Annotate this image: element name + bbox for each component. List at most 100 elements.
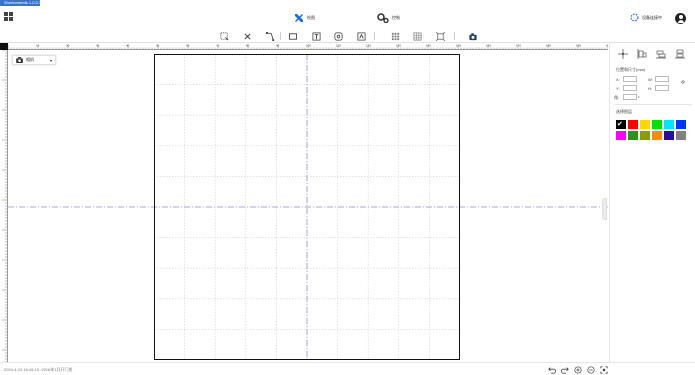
properties-panel: 位置和尺寸(mm) X: Y: W: H: 角: ▾ 选择图层 ✔ [609, 43, 695, 362]
layer-swatch[interactable] [628, 131, 638, 140]
toolbar-separator [454, 32, 455, 40]
ruler-label: 140 [426, 44, 431, 48]
h-label: H: [648, 86, 652, 91]
ruler-label: 10 [36, 44, 40, 48]
ruler-label: 170 [516, 44, 521, 48]
layer-swatch[interactable] [652, 131, 662, 140]
layer-swatch[interactable] [664, 131, 674, 140]
align-center-icon[interactable] [333, 31, 343, 41]
layer-swatch[interactable] [628, 120, 638, 129]
drawing-toolbar [0, 28, 695, 43]
align-left-icon[interactable] [637, 49, 647, 59]
tab-control[interactable]: 控制 [377, 9, 400, 27]
distribute-icon[interactable] [675, 49, 685, 59]
flip-icon[interactable] [356, 31, 366, 41]
work-area-frame [154, 54, 460, 360]
ruler-corner [0, 43, 8, 50]
ruler-label: 120 [366, 44, 371, 48]
ruler-label: 40 [126, 44, 130, 48]
ruler-label: 80 [246, 44, 250, 48]
apps-grid-icon[interactable] [4, 12, 13, 21]
x-field[interactable] [623, 76, 637, 82]
redo-icon[interactable] [560, 365, 570, 374]
layer-swatch[interactable]: ✔ [616, 120, 626, 129]
vertical-ruler [0, 50, 8, 362]
zoom-out-icon[interactable] [586, 365, 596, 374]
ruler-label: 110 [336, 44, 341, 48]
tab-control-label: 控制 [392, 15, 400, 20]
status-bar: 2024-4-24 16:49:15 -2016年1月开门发 [0, 362, 695, 375]
ruler-label: 60 [186, 44, 190, 48]
tab-draw[interactable]: 绘图 [294, 9, 315, 27]
ruler-label: 190 [576, 44, 581, 48]
camera-dropdown[interactable]: 相机 ▾ [12, 55, 56, 65]
h-field[interactable] [655, 85, 669, 91]
chevron-down-icon[interactable]: ▾ [638, 95, 640, 99]
y-field[interactable] [623, 85, 637, 91]
canvas-workspace[interactable]: 相机 ▾ [8, 50, 608, 362]
layer-swatch[interactable] [640, 131, 650, 140]
layer-swatch[interactable] [664, 120, 674, 129]
zoom-in-icon[interactable] [573, 365, 583, 374]
layer-swatch[interactable] [676, 131, 686, 140]
connecting-spinner-icon [630, 13, 639, 22]
undo-icon[interactable] [547, 365, 557, 374]
angle-label: 角: [614, 95, 620, 100]
status-controls [547, 365, 609, 374]
ruler-label: 160 [486, 44, 491, 48]
grid-lines-icon[interactable] [412, 31, 422, 41]
user-account-icon[interactable] [675, 13, 686, 24]
edit-path-icon[interactable] [265, 31, 275, 41]
angle-field[interactable] [623, 94, 637, 100]
layer-swatch[interactable] [676, 120, 686, 129]
toolbar-separator [374, 32, 375, 40]
camera-icon[interactable] [468, 31, 478, 41]
tab-draw-label: 绘图 [307, 15, 315, 20]
layers-title: 选择图层 [616, 109, 632, 114]
ruler-label: 150 [456, 44, 461, 48]
panel-align-tools [618, 49, 685, 59]
position-size-title: 位置和尺寸(mm) [616, 67, 646, 72]
chevron-down-icon: ▾ [49, 58, 52, 63]
app-header: 绘图 控制 设备连接中 [0, 6, 695, 29]
layer-swatch[interactable] [616, 131, 626, 140]
grid-dots-icon[interactable] [390, 31, 400, 41]
ruler-label: 100 [306, 44, 311, 48]
device-status-text: 设备连接中 [642, 14, 662, 20]
status-text: 2024-4-24 16:49:15 -2016年1月开门发 [4, 367, 73, 372]
fit-frame-icon[interactable] [435, 31, 445, 41]
ruler-label: 50 [156, 44, 160, 48]
select-rect-icon[interactable] [219, 31, 229, 41]
ruler-label: 70 [216, 44, 220, 48]
ruler-label: 90 [276, 44, 280, 48]
panel-collapse-handle[interactable] [602, 198, 607, 220]
layer-color-swatches: ✔ [616, 120, 690, 140]
w-label: W: [648, 77, 653, 82]
link-ratio-icon[interactable] [680, 79, 686, 85]
y-label: Y: [616, 86, 620, 91]
device-status[interactable]: 设备连接中 [630, 13, 662, 22]
horizontal-ruler: 10 20 30 40 50 60 70 80 90 100 110 120 130 140 150 160 1… [8, 43, 608, 50]
ruler-label: 200 [606, 44, 608, 48]
camera-small-icon [16, 57, 23, 63]
layer-swatch[interactable] [652, 120, 662, 129]
text-frame-icon[interactable] [311, 31, 321, 41]
layer-swatch[interactable] [640, 120, 650, 129]
ruler-label: 30 [96, 44, 100, 48]
fit-screen-icon[interactable] [599, 365, 609, 374]
w-field[interactable] [655, 76, 669, 82]
delete-node-icon[interactable] [242, 31, 252, 41]
ruler-label: 20 [66, 44, 70, 48]
rectangle-icon[interactable] [288, 31, 298, 41]
x-label: X: [616, 77, 620, 82]
ruler-label: 130 [396, 44, 401, 48]
panel-divider [614, 104, 692, 105]
ruler-label: 180 [546, 44, 551, 48]
gears-icon [377, 13, 389, 23]
checkmark-icon: ✔ [617, 121, 623, 128]
camera-dropdown-label: 相机 [26, 57, 34, 62]
drawing-tools-icon [295, 14, 303, 22]
toolbar-separator [280, 32, 281, 40]
align-bottom-icon[interactable] [656, 49, 666, 59]
crosshair-icon[interactable] [618, 49, 628, 59]
